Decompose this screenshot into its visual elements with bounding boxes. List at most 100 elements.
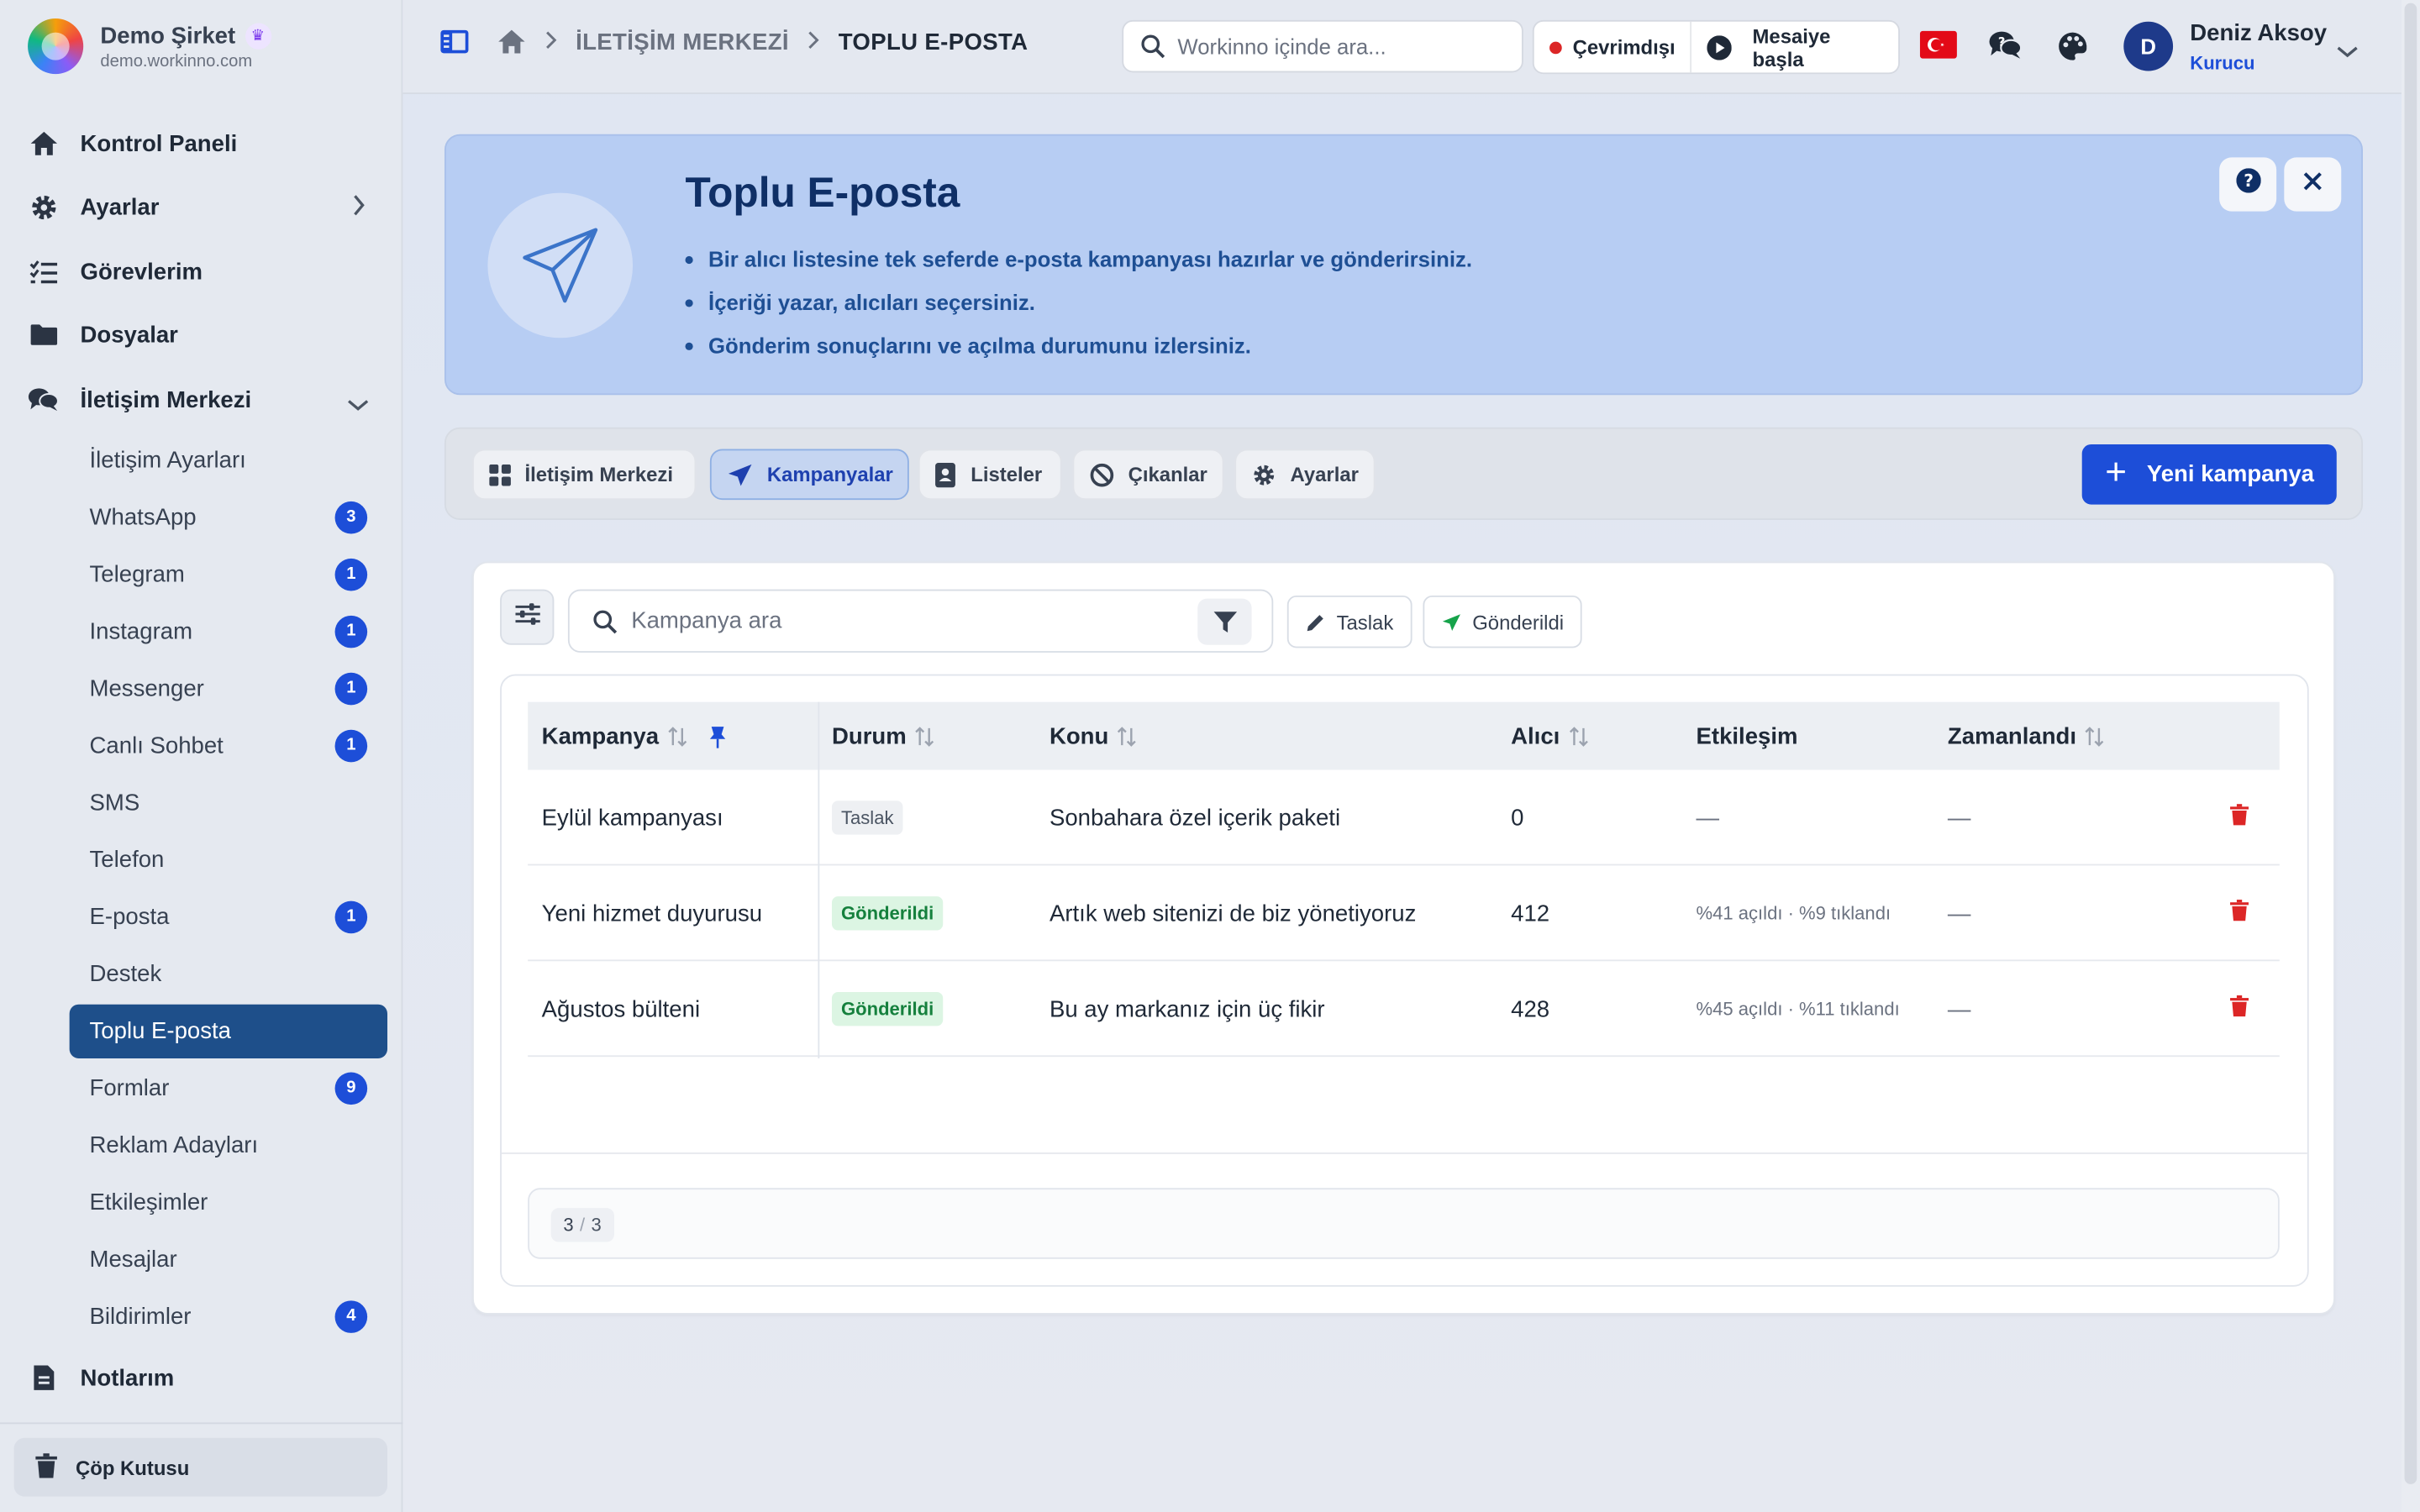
avatar[interactable]: D [2123, 21, 2174, 71]
delete-icon[interactable] [2230, 995, 2249, 1017]
sidebar-item-bulk-email[interactable]: Toplu E-posta [69, 1004, 388, 1058]
count-badge: 1 [334, 615, 368, 648]
sidebar-item-ad-leads[interactable]: Reklam Adayları [70, 1119, 387, 1173]
start-shift-button[interactable]: Mesaiye başla [1692, 24, 1898, 71]
campaign-name[interactable]: Ağustos bülteni [528, 961, 818, 1057]
sidebar-item-label: Bildirimler [89, 1304, 192, 1331]
sidebar-item-messages[interactable]: Mesajlar [70, 1233, 387, 1287]
filter-chip-label: Gönderildi [1472, 610, 1565, 633]
sidebar-item-interactions[interactable]: Etkileşimler [70, 1176, 387, 1230]
start-shift-label: Mesaiye başla [1752, 24, 1831, 71]
tab-communication-center[interactable]: İletişim Merkezi [472, 449, 697, 501]
crown-icon: ♛ [245, 22, 271, 49]
info-bullet: Gönderim sonuçlarını ve açılma durumunu … [685, 324, 1471, 367]
delete-icon[interactable] [2230, 900, 2249, 921]
sidebar-item-label: Notlarım [80, 1364, 175, 1391]
sidebar-item-communication[interactable]: İletişim Merkezi [0, 370, 402, 429]
campaign-subject: Artık web sitenizi de biz yönetiyoruz [1049, 900, 1417, 927]
column-settings-button[interactable] [500, 589, 555, 645]
sidebar-item-messenger[interactable]: Messenger 1 [70, 662, 387, 716]
grid-icon [489, 463, 511, 486]
filter-chip-draft[interactable]: Taslak [1286, 595, 1413, 648]
chevron-down-icon[interactable] [2337, 39, 2359, 66]
column-header-status[interactable]: Durum [818, 702, 1035, 770]
filter-chip-label: Taslak [1336, 610, 1394, 633]
pin-icon[interactable] [708, 724, 727, 748]
sidebar: Demo Şirket ♛ demo.workinno.com Kontrol … [0, 0, 403, 1512]
tab-label: Çıkanlar [1128, 463, 1207, 486]
tab-label: Kampanyalar [766, 463, 893, 486]
global-search-input[interactable]: Workinno içinde ara... [1122, 19, 1523, 73]
campaign-name[interactable]: Yeni hizmet duyurusu [528, 865, 818, 961]
breadcrumb-current: TOPLU E-POSTA [838, 28, 1028, 55]
sidebar-item-telegram[interactable]: Telegram 1 [70, 548, 387, 601]
column-header-subject[interactable]: Konu [1035, 702, 1497, 770]
tab-campaigns[interactable]: Kampanyalar [709, 449, 909, 501]
support-chat-icon[interactable]: ? [1988, 29, 2023, 60]
table-header: Kampanya Durum Konu Alıcı Etkileşim Zama… [528, 701, 2280, 770]
sidebar-item-label: Toplu E-posta [89, 1018, 232, 1045]
sidebar-item-whatsapp[interactable]: WhatsApp 3 [70, 491, 387, 544]
campaign-name[interactable]: Eylül kampanyası [528, 770, 818, 866]
brand[interactable]: Demo Şirket ♛ demo.workinno.com [28, 18, 271, 75]
new-campaign-button[interactable]: + Yeni kampanya [2081, 444, 2337, 505]
table-footer-divider [501, 1152, 2307, 1154]
filter-funnel-button[interactable] [1197, 598, 1252, 645]
pencil-icon [1306, 612, 1326, 632]
trash-button[interactable]: Çöp Kutusu [13, 1437, 388, 1497]
page-scrollbar[interactable] [2401, 0, 2420, 1512]
sidebar-item-live-chat[interactable]: Canlı Sohbet 1 [70, 719, 387, 773]
sidebar-item-forms[interactable]: Formlar 9 [70, 1062, 387, 1116]
sidebar-item-phone[interactable]: Telefon [70, 833, 387, 887]
close-icon [2302, 171, 2323, 198]
table-row[interactable]: Eylül kampanyası Taslak Sonbahara özel i… [528, 770, 2280, 866]
sidebar-item-sms[interactable]: SMS [70, 776, 387, 830]
scrollbar-thumb[interactable] [2404, 3, 2417, 1484]
sidebar-item-label: Instagram [89, 618, 193, 645]
column-header-label: Kampanya [541, 722, 660, 749]
sidebar-item-dashboard[interactable]: Kontrol Paneli [0, 114, 402, 173]
sidebar-item-label: Dosyalar [80, 321, 178, 349]
note-icon [28, 1362, 59, 1394]
column-header-scheduled[interactable]: Zamanlandı [1933, 702, 2279, 770]
sidebar-item-notes[interactable]: Notlarım [0, 1348, 402, 1407]
column-header-campaign[interactable]: Kampanya [528, 702, 818, 770]
sidebar-item-support[interactable]: Destek [70, 948, 387, 1001]
breadcrumb-separator-icon [808, 29, 820, 54]
filter-chip-sent[interactable]: Gönderildi [1423, 595, 1582, 648]
tab-settings[interactable]: Ayarlar [1234, 449, 1376, 501]
tab-unsubscribed[interactable]: Çıkanlar [1072, 449, 1224, 501]
sidebar-item-email[interactable]: E-posta 1 [70, 890, 387, 944]
column-header-recipients[interactable]: Alıcı [1497, 702, 1682, 770]
turkish-flag-icon[interactable] [1919, 30, 1957, 59]
count-badge: 3 [334, 501, 368, 534]
svg-text:?: ? [2243, 171, 2253, 191]
breadcrumb-communication[interactable]: İLETİŞİM MERKEZİ [576, 29, 789, 55]
sidebar-toggle-icon[interactable] [439, 29, 469, 54]
presence-status-button[interactable]: Çevrimdışı [1534, 21, 1692, 73]
sidebar-item-settings[interactable]: Ayarlar [0, 177, 402, 236]
help-icon: ? [2235, 168, 2260, 201]
sidebar-item-instagram[interactable]: Instagram 1 [70, 605, 387, 659]
sidebar-item-label: E-posta [89, 904, 170, 931]
brand-logo [28, 18, 84, 75]
user-name[interactable]: Deniz Aksoy [2190, 20, 2327, 46]
sidebar-item-communication-settings[interactable]: İletişim Ayarları [70, 433, 387, 487]
sidebar-item-tasks[interactable]: Görevlerim [0, 242, 402, 301]
table-row[interactable]: Yeni hizmet duyurusu Gönderildi Artık we… [528, 865, 2280, 962]
home-icon[interactable] [497, 28, 526, 55]
palette-icon[interactable] [2057, 31, 2088, 62]
tab-lists[interactable]: Listeler [918, 449, 1062, 501]
delete-icon[interactable] [2230, 804, 2249, 826]
sidebar-item-label: Telegram [89, 561, 185, 588]
sidebar-item-notifications[interactable]: Bildirimler 4 [70, 1289, 387, 1343]
sidebar-item-label: Reklam Adayları [89, 1132, 259, 1159]
campaign-recipients: 0 [1511, 804, 1524, 832]
close-banner-button[interactable] [2284, 157, 2342, 212]
help-button[interactable]: ? [2219, 157, 2277, 212]
campaign-recipients: 428 [1511, 995, 1550, 1022]
sidebar-item-files[interactable]: Dosyalar [0, 306, 402, 365]
table-row[interactable]: Ağustos bülteni Gönderildi Bu ay markanı… [528, 961, 2280, 1058]
campaign-search-input[interactable]: Kampanya ara [567, 589, 1274, 653]
send-icon [727, 462, 753, 486]
